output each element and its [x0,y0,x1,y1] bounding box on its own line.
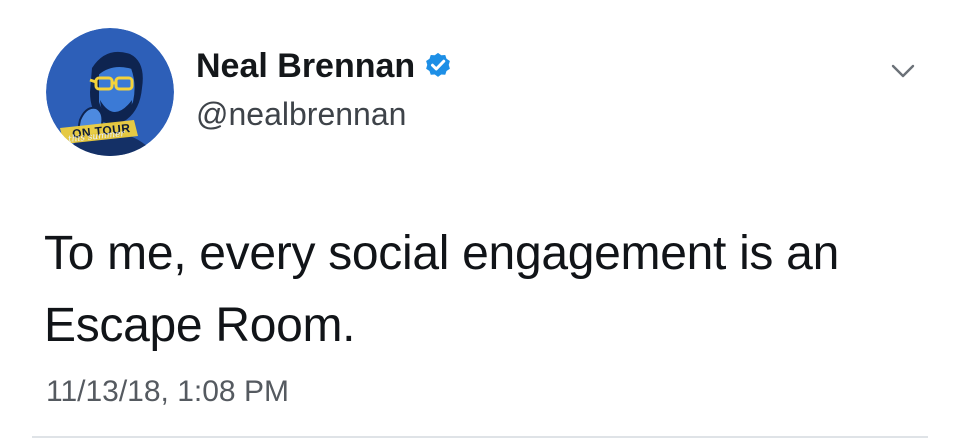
tweet-text: To me, every social engagement is an Esc… [44,227,853,352]
display-name[interactable]: Neal Brennan [196,44,415,88]
divider [32,436,928,438]
author-row: Neal Brennan [196,44,453,88]
verified-badge-icon [423,51,453,81]
chevron-down-icon[interactable] [888,56,918,86]
avatar[interactable]: ON TOUR this summer [46,28,174,156]
user-handle[interactable]: @nealbrennan [196,94,406,134]
tweet-card: ON TOUR this summer Neal Brennan @nealbr… [0,0,960,448]
tweet-timestamp[interactable]: 11/13/18, 1:08 PM [46,372,289,412]
avatar-illustration [46,28,174,156]
